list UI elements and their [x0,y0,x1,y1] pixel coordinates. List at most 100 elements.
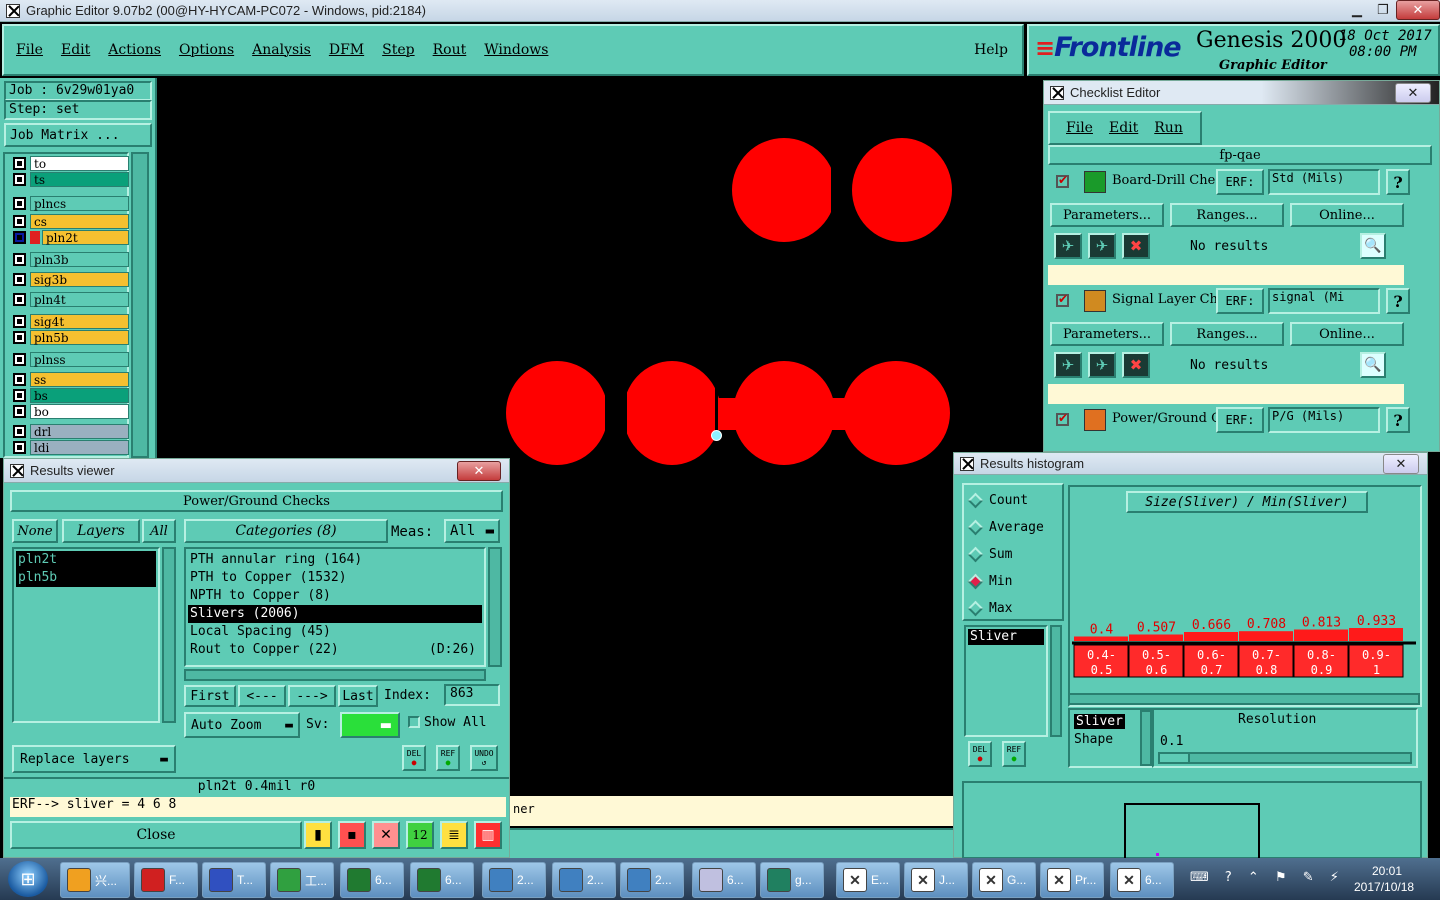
index-field[interactable]: 863 [444,684,500,706]
layer-checkbox[interactable] [13,373,26,386]
histogram-hscrollbar[interactable] [1068,693,1420,705]
layer-checkbox[interactable] [13,405,26,418]
taskbar-item[interactable]: 6... [340,862,404,898]
layer-checkbox[interactable] [13,389,26,402]
hist-option-count[interactable]: Count [967,492,1028,509]
menu-file[interactable]: File [16,42,43,58]
taskbar-item[interactable]: ✕ Pr... [1040,862,1104,898]
error-tool-icon[interactable]: ▪ [338,821,366,849]
resolution-slider[interactable] [1158,752,1412,764]
last-button[interactable]: Last [338,685,378,707]
check-enable-checkbox[interactable] [1056,173,1069,188]
layer-label[interactable]: pln4t [30,292,129,307]
layer-row-plncs[interactable]: plncs [13,196,129,211]
erf-button[interactable]: ERF: [1216,407,1264,433]
run-all-icon[interactable]: ✈ [1088,233,1116,259]
histogram-list[interactable]: Sliver [964,625,1048,737]
next-button[interactable]: ---> [288,685,336,707]
layer-row-plnss[interactable]: plnss [13,352,129,367]
layer-label[interactable]: ldi [30,440,129,455]
checklist-menu-run[interactable]: Run [1154,120,1183,136]
taskbar-item[interactable]: T... [202,862,266,898]
layer-row-pln5b[interactable]: pln5b [13,330,129,345]
undo-button[interactable]: UNDO ↺ [470,745,498,771]
close-window-button[interactable]: ✕ [1396,0,1440,20]
layer-checkbox[interactable] [13,331,26,344]
auto-zoom-select[interactable]: Auto Zoom ▬ [184,712,300,738]
first-button[interactable]: First [184,685,236,707]
radio-icon[interactable] [967,519,984,536]
chart-tool-icon[interactable]: ▥ [474,821,502,849]
layer-list-scrollbar[interactable] [131,152,149,458]
radio-icon[interactable] [967,546,984,563]
layer-label[interactable]: pln3b [30,252,129,267]
shape-label-shape[interactable]: Shape [1074,732,1113,747]
zoom-icon[interactable]: 🔍 [1360,233,1386,259]
meas-select[interactable]: All ▬ [444,519,500,543]
menu-dfm[interactable]: DFM [329,42,364,58]
check-name[interactable]: Power/Ground C [1112,411,1216,426]
hist-bar[interactable] [1294,629,1348,642]
layer-checkbox[interactable] [13,253,26,266]
results-layer-item[interactable]: pln2t [16,551,156,569]
taskbar-item[interactable]: ✕ J... [904,862,968,898]
categories-hscrollbar[interactable] [184,669,486,681]
checklist-close-x[interactable]: ✕ [1395,83,1431,103]
results-close-button[interactable]: Close [10,821,302,849]
layer-row-ldi[interactable]: ldi [13,440,129,455]
hist-list-item[interactable]: Sliver [968,629,1044,645]
layer-label[interactable]: bo [30,404,129,419]
ranges-button[interactable]: Ranges... [1170,203,1284,227]
start-button[interactable]: ⊞ [8,861,48,897]
menu-step[interactable]: Step [382,42,414,58]
layer-label[interactable]: drl [30,424,129,439]
job-matrix-button[interactable]: Job Matrix ... [4,123,152,147]
layer-row-to[interactable]: to [13,156,129,171]
layer-row-ts[interactable]: ts [13,172,129,187]
taskbar-item[interactable]: 兴... [60,862,130,898]
hist-option-max[interactable]: Max [967,600,1012,617]
menu-rout[interactable]: Rout [433,42,467,58]
layer-row-sig4t[interactable]: sig4t [13,314,129,329]
hist-bar[interactable] [1184,632,1238,641]
menu-analysis[interactable]: Analysis [252,42,311,58]
layer-checkbox[interactable] [13,315,26,328]
taskbar-item[interactable]: g... [760,862,824,898]
zoom-icon[interactable]: 🔍 [1360,352,1386,378]
taskbar-item[interactable]: 工... [270,862,334,898]
report-tool-icon[interactable]: ≣ [440,821,468,849]
hist-del-button[interactable]: DEL ● [968,741,992,767]
erf-value-field[interactable]: Std (Mils) [1268,169,1380,195]
sliver-marker[interactable] [711,430,722,441]
hist-option-sum[interactable]: Sum [967,546,1012,563]
layer-row-sig3b[interactable]: sig3b [13,272,129,287]
checklist-menu-edit[interactable]: Edit [1109,120,1138,136]
prev-button[interactable]: <--- [238,685,286,707]
categories-scrollbar[interactable] [488,547,502,667]
taskbar-item[interactable]: F... [134,862,198,898]
layer-row-cs[interactable]: cs [13,214,129,229]
check-enable-checkbox[interactable] [1056,292,1069,307]
layer-checkbox[interactable] [13,273,26,286]
check-enable-checkbox[interactable] [1056,411,1069,426]
systray-time[interactable]: 20:01 [1372,864,1402,878]
run-icon[interactable]: ✈ [1054,352,1082,378]
layer-row-bs[interactable]: bs [13,388,129,403]
shape-scrollbar[interactable] [1140,710,1152,766]
maximize-button[interactable]: ❐ [1370,0,1396,20]
hist-ref-button[interactable]: REF ● [1002,741,1026,767]
replace-layers-select[interactable]: Replace layers ▬ [12,745,176,773]
hist-bar[interactable] [1239,631,1293,641]
layer-label[interactable]: pln2t [42,230,129,245]
erf-value-field[interactable]: signal (Mi [1268,288,1380,314]
stop-icon[interactable]: ✖ [1122,233,1150,259]
layers-button[interactable]: Layers [62,519,140,543]
help-button[interactable]: ? [1386,288,1410,314]
step-tool-icon[interactable]: 12 [406,821,434,849]
erf-button[interactable]: ERF: [1216,288,1264,314]
run-all-icon[interactable]: ✈ [1088,352,1116,378]
systray-date[interactable]: 2017/10/18 [1354,880,1414,894]
radio-icon[interactable] [967,492,984,509]
resolution-slider-thumb[interactable] [1160,754,1190,762]
layer-checkbox[interactable] [13,197,26,210]
